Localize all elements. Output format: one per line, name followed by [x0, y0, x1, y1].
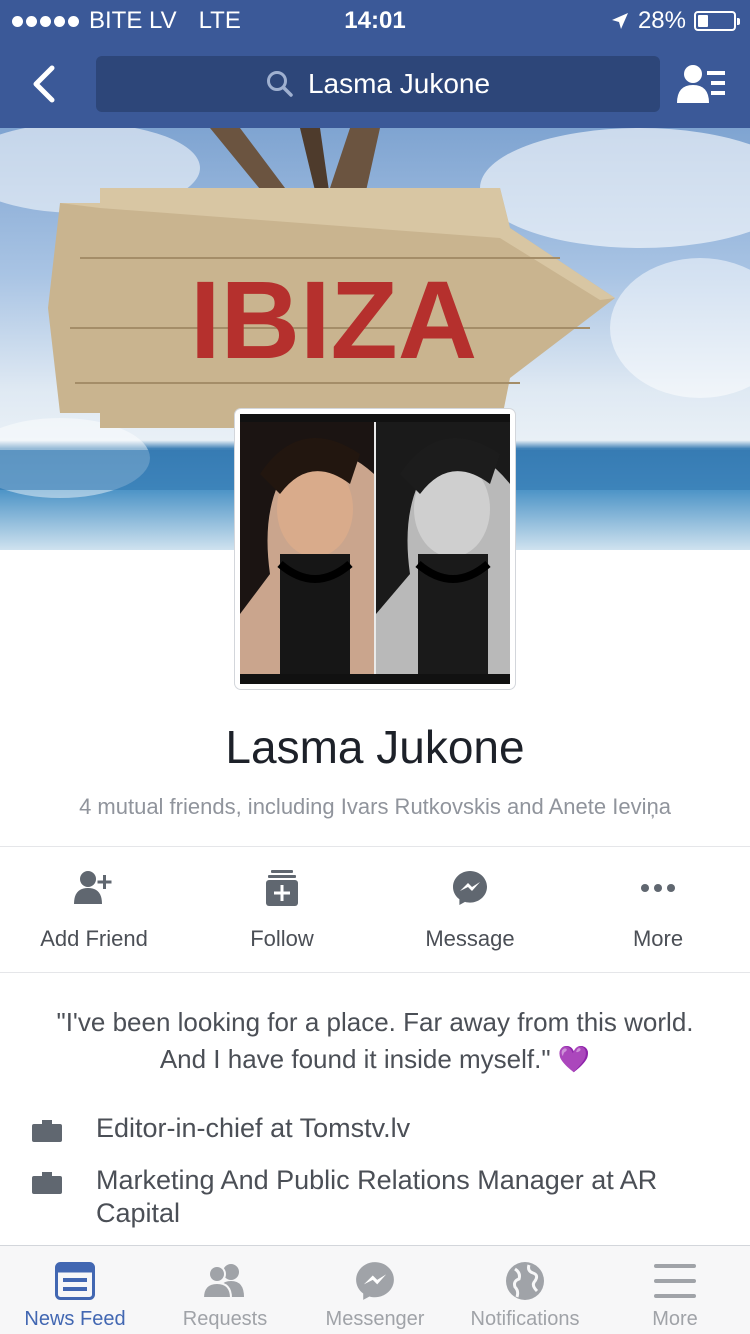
mutual-friends-link[interactable]: 4 mutual friends, including Ivars Rutkov…: [0, 794, 750, 820]
friends-list-button[interactable]: [672, 58, 732, 110]
message-button[interactable]: Message: [376, 848, 564, 972]
requests-icon: [202, 1264, 244, 1299]
search-input[interactable]: Lasma Jukone: [96, 56, 660, 112]
news-feed-icon: [55, 1262, 95, 1300]
tab-news-feed[interactable]: News Feed: [0, 1246, 150, 1334]
add-friend-icon: [74, 871, 112, 904]
briefcase-icon: [32, 1172, 62, 1194]
messenger-icon: [453, 871, 487, 905]
sign-lettering: IBIZA: [190, 259, 477, 382]
search-query: Lasma Jukone: [307, 68, 491, 99]
add-friend-button[interactable]: Add Friend: [0, 848, 188, 972]
divider: [0, 846, 750, 847]
tab-news-feed-label: News Feed: [24, 1308, 126, 1330]
profile-picture[interactable]: [235, 409, 515, 689]
tab-messenger-label: Messenger: [325, 1308, 425, 1330]
signal-strength-icon: [12, 15, 79, 27]
tab-more[interactable]: More: [600, 1246, 750, 1334]
messenger-icon: [356, 1262, 394, 1300]
more-dots-icon: [641, 884, 675, 892]
tab-requests[interactable]: Requests: [150, 1246, 300, 1334]
chevron-left-icon: [33, 65, 55, 103]
carrier-name: BITE LV: [89, 7, 177, 34]
more-actions-label: More: [632, 926, 684, 951]
tab-messenger[interactable]: Messenger: [300, 1246, 450, 1334]
profile-picture-image: [240, 414, 510, 684]
back-button[interactable]: [22, 58, 66, 110]
follow-button[interactable]: Follow: [188, 848, 376, 972]
hamburger-menu-icon: [654, 1264, 696, 1298]
profile-actions: Add Friend Follow Message More: [0, 848, 750, 972]
globe-icon: [506, 1262, 544, 1300]
battery-icon: [694, 11, 740, 31]
status-bar: BITE LV LTE 14:01 28%: [0, 0, 750, 40]
follow-label: Follow: [250, 926, 314, 951]
person-list-icon: [677, 65, 725, 103]
message-label: Message: [425, 926, 515, 951]
battery-percent: 28%: [637, 7, 686, 34]
bio-text: "I've been looking for a place. Far away…: [56, 1007, 694, 1074]
add-friend-label: Add Friend: [40, 926, 148, 951]
work-item-text: Editor-in-chief at Tomstv.lv: [96, 1113, 411, 1143]
tab-more-label: More: [652, 1308, 698, 1330]
work-item-text: Marketing And Public Relations Manager a…: [96, 1165, 658, 1228]
profile-name: Lasma Jukone: [225, 721, 525, 773]
tab-notifications-label: Notifications: [470, 1308, 580, 1330]
network-type: LTE: [198, 7, 241, 34]
location-arrow-icon: [611, 13, 628, 29]
search-icon: [266, 71, 293, 97]
divider: [0, 972, 750, 973]
tab-bar: News Feed Requests Messenger Notificatio…: [0, 1245, 750, 1334]
navigation-bar: Lasma Jukone: [0, 40, 750, 128]
tab-notifications[interactable]: Notifications: [450, 1246, 600, 1334]
more-actions-button[interactable]: More: [564, 848, 750, 972]
tab-requests-label: Requests: [182, 1308, 268, 1330]
briefcase-icon: [32, 1120, 62, 1142]
follow-icon: [266, 870, 298, 906]
